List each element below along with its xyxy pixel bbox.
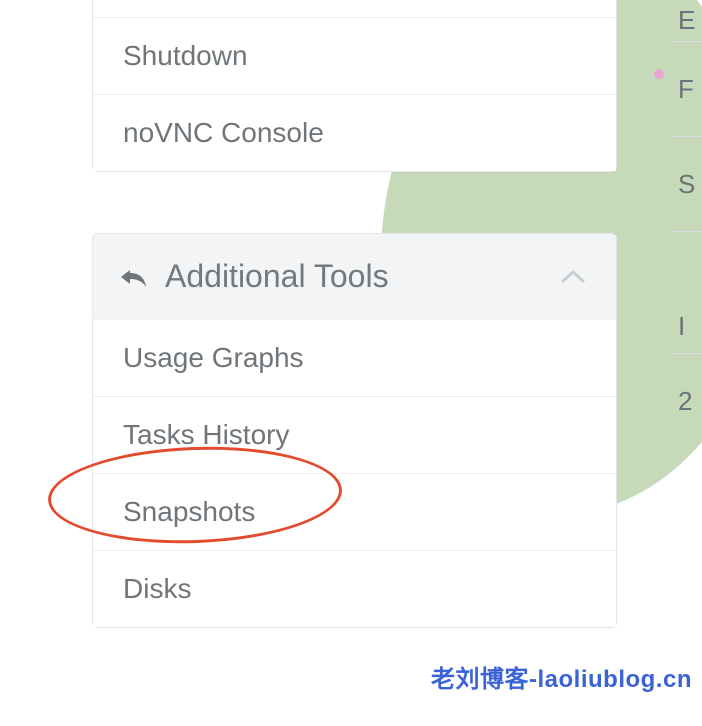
panel-title: Additional Tools bbox=[165, 258, 389, 295]
right-column: E F S I 2 bbox=[672, 0, 702, 449]
right-cell: F bbox=[672, 42, 702, 137]
menu-item-disks[interactable]: Disks bbox=[93, 550, 616, 627]
right-cell: 2 bbox=[672, 354, 702, 449]
actions-panel: Stop Shutdown noVNC Console bbox=[92, 0, 617, 172]
menu-item-shutdown[interactable]: Shutdown bbox=[93, 17, 616, 94]
right-cell: S bbox=[672, 137, 702, 232]
decorative-dot bbox=[654, 69, 664, 79]
menu-item-tasks-history[interactable]: Tasks History bbox=[93, 396, 616, 473]
right-cell bbox=[672, 232, 702, 300]
chevron-up-icon bbox=[560, 269, 586, 285]
right-cell: I bbox=[672, 300, 702, 354]
reply-icon bbox=[119, 265, 147, 289]
right-cell: E bbox=[672, 0, 702, 42]
menu-item-stop[interactable]: Stop bbox=[93, 0, 616, 17]
menu-item-usage-graphs[interactable]: Usage Graphs bbox=[93, 319, 616, 396]
panel-header[interactable]: Additional Tools bbox=[93, 234, 616, 319]
menu-item-snapshots[interactable]: Snapshots bbox=[93, 473, 616, 550]
menu-item-novnc-console[interactable]: noVNC Console bbox=[93, 94, 616, 171]
additional-tools-panel: Additional Tools Usage Graphs Tasks Hist… bbox=[92, 233, 617, 628]
watermark-text: 老刘博客-laoliublog.cn bbox=[431, 659, 692, 694]
